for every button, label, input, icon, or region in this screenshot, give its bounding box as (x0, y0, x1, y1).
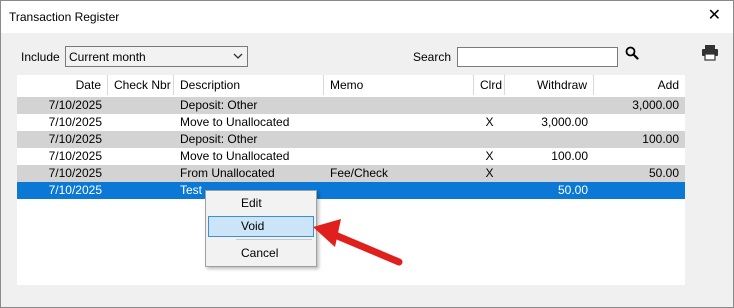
cell-withdraw (505, 165, 594, 182)
table-row[interactable]: 7/10/2025 Deposit: Other 100.00 (17, 131, 685, 148)
cell-check-nbr (108, 182, 174, 199)
cell-clrd: X (485, 166, 494, 180)
table-row-selected[interactable]: 7/10/2025 Test 50.00 (17, 182, 685, 199)
cell-clrd (474, 97, 505, 114)
close-icon[interactable]: ✕ (708, 7, 721, 25)
cell-description: Move to Unallocated (180, 149, 290, 163)
include-label: Include (21, 50, 60, 64)
chevron-down-icon (233, 53, 243, 59)
table-row[interactable]: 7/10/2025 From Unallocated Fee/Check X 5… (17, 165, 685, 182)
cell-add (594, 114, 685, 131)
title-bar: Transaction Register ✕ (1, 1, 733, 33)
column-header-add[interactable]: Add (594, 75, 685, 95)
cell-add: 50.00 (648, 166, 679, 180)
column-header-date[interactable]: Date (17, 75, 108, 95)
column-header-memo[interactable]: Memo (324, 75, 474, 95)
menu-item-void[interactable]: Void (208, 216, 314, 237)
cell-add (594, 182, 685, 199)
cell-memo: Fee/Check (330, 166, 389, 180)
cell-check-nbr (108, 131, 174, 148)
cell-withdraw: 3,000.00 (541, 115, 588, 129)
cell-withdraw: 50.00 (557, 183, 588, 197)
cell-memo (324, 182, 474, 199)
transaction-register-window: Transaction Register ✕ Include Current m… (0, 0, 734, 308)
cell-withdraw: 100.00 (551, 149, 588, 163)
cell-clrd (474, 131, 505, 148)
cell-add: 3,000.00 (632, 98, 679, 112)
window-title: Transaction Register (9, 10, 120, 24)
cell-add: 100.00 (642, 132, 679, 146)
cell-date: 7/10/2025 (48, 149, 102, 163)
search-label: Search (413, 50, 452, 64)
search-input[interactable] (457, 47, 618, 67)
cell-clrd: X (485, 149, 494, 163)
cell-description: From Unallocated (180, 166, 275, 180)
table-row[interactable]: 7/10/2025 Deposit: Other 3,000.00 (17, 97, 685, 114)
cell-description: Deposit: Other (180, 98, 258, 112)
cell-memo (324, 148, 474, 165)
menu-item-edit[interactable]: Edit (208, 193, 314, 214)
cell-date: 7/10/2025 (48, 132, 102, 146)
cell-memo (324, 131, 474, 148)
column-header-description[interactable]: Description (174, 75, 324, 95)
cell-date: 7/10/2025 (48, 115, 102, 129)
table-row[interactable]: 7/10/2025 Move to Unallocated X 100.00 (17, 148, 685, 165)
printer-icon[interactable] (701, 44, 719, 61)
cell-description: Deposit: Other (180, 132, 258, 146)
cell-date: 7/10/2025 (48, 98, 102, 112)
table-row[interactable]: 7/10/2025 Move to Unallocated X 3,000.00 (17, 114, 685, 131)
column-header-clrd[interactable]: Clrd (474, 75, 505, 95)
cell-add (594, 148, 685, 165)
cell-check-nbr (108, 97, 174, 114)
column-header-withdraw[interactable]: Withdraw (505, 75, 594, 95)
include-dropdown[interactable]: Current month (65, 46, 248, 67)
table-header: Date Check Nbr Description Memo Clrd Wit… (17, 75, 685, 95)
cell-check-nbr (108, 165, 174, 182)
red-arrow-annotation (313, 219, 403, 266)
cell-description: Move to Unallocated (180, 115, 290, 129)
cell-check-nbr (108, 114, 174, 131)
include-dropdown-value: Current month (69, 50, 146, 64)
cell-clrd: X (485, 115, 494, 129)
cell-clrd (474, 182, 505, 199)
cell-memo (324, 114, 474, 131)
cell-check-nbr (108, 148, 174, 165)
search-icon[interactable] (625, 46, 639, 60)
cell-withdraw (505, 131, 594, 148)
column-header-check-nbr[interactable]: Check Nbr (108, 75, 174, 95)
menu-item-cancel[interactable]: Cancel (208, 243, 314, 264)
cell-memo (324, 97, 474, 114)
cell-date: 7/10/2025 (48, 183, 102, 197)
cell-date: 7/10/2025 (48, 166, 102, 180)
cell-withdraw (505, 97, 594, 114)
